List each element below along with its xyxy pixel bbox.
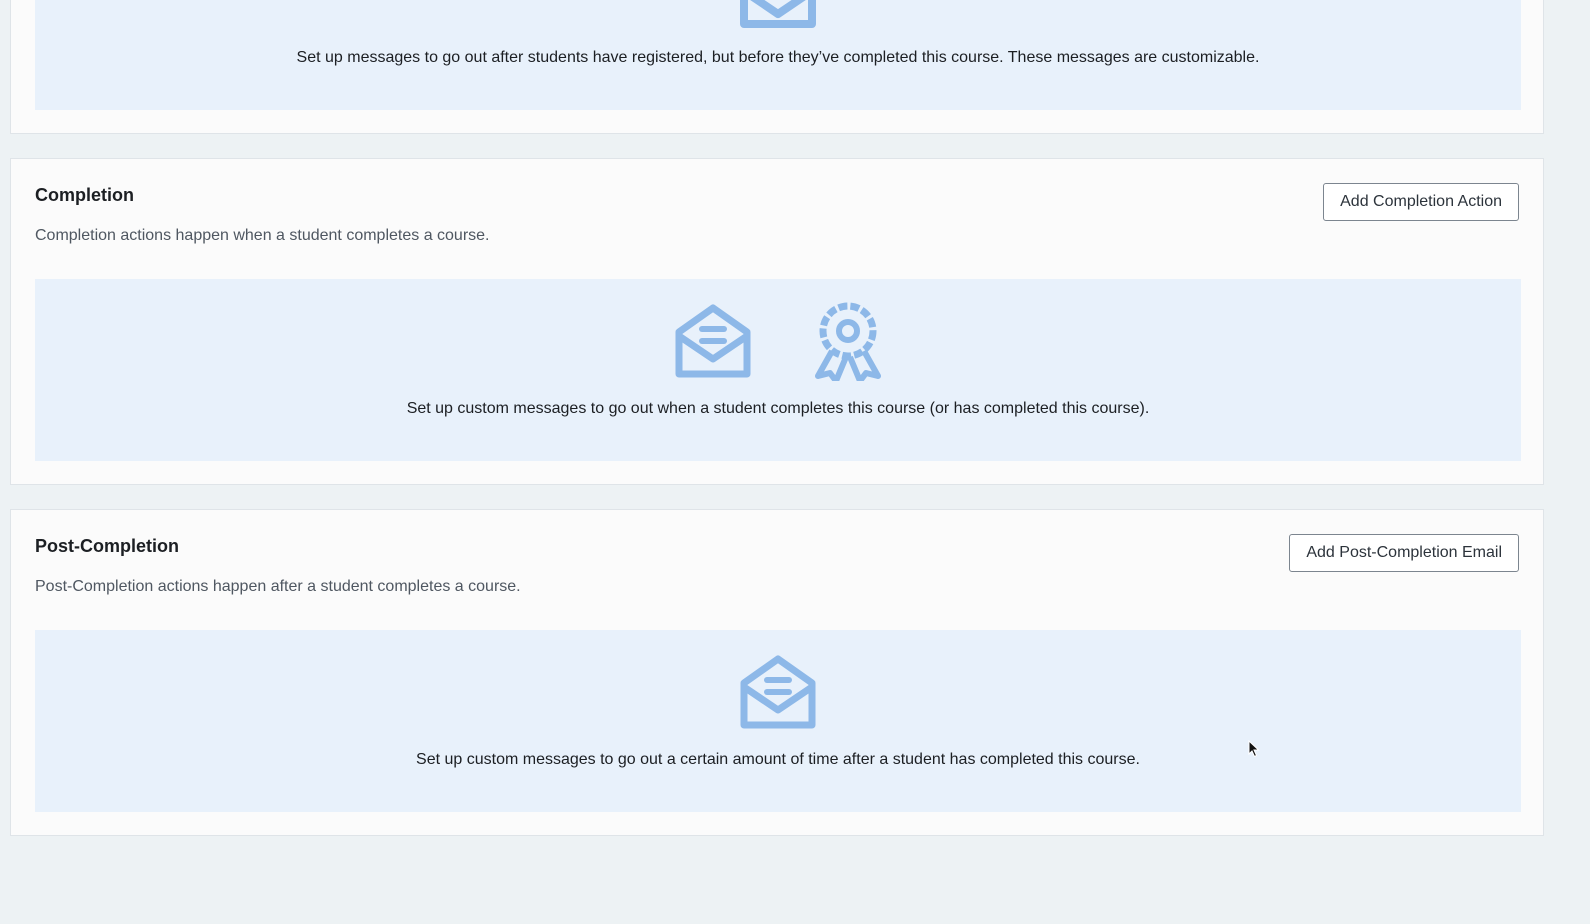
completion-empty-state: Set up custom messages to go out when a … [35, 279, 1521, 461]
completion-panel-text: Set up custom messages to go out when a … [406, 400, 1150, 417]
mouse-cursor-icon [1248, 739, 1260, 763]
add-completion-action-button[interactable]: Add Completion Action [1323, 183, 1519, 221]
completion-title: Completion [35, 185, 134, 205]
pre-completion-panel-text: Set up messages to go out after students… [296, 49, 1260, 66]
pre-completion-section: Set up messages to go out after students… [10, 0, 1544, 134]
post-completion-empty-state: Set up custom messages to go out a certa… [35, 630, 1521, 812]
post-completion-title: Post-Completion [35, 536, 179, 556]
post-completion-panel-text: Set up custom messages to go out a certa… [416, 751, 1140, 768]
post-completion-description: Post-Completion actions happen after a s… [35, 578, 521, 595]
completion-section: Completion Completion actions happen whe… [10, 158, 1544, 485]
add-post-completion-email-button[interactable]: Add Post-Completion Email [1289, 534, 1519, 572]
envelope-open-icon [672, 301, 754, 381]
envelope-open-icon [737, 652, 819, 732]
envelope-open-icon [737, 0, 819, 31]
completion-description: Completion actions happen when a student… [35, 227, 490, 244]
pre-completion-empty-state: Set up messages to go out after students… [35, 0, 1521, 110]
award-ribbon-icon [812, 301, 884, 381]
post-completion-section: Post-Completion Post-Completion actions … [10, 509, 1544, 836]
